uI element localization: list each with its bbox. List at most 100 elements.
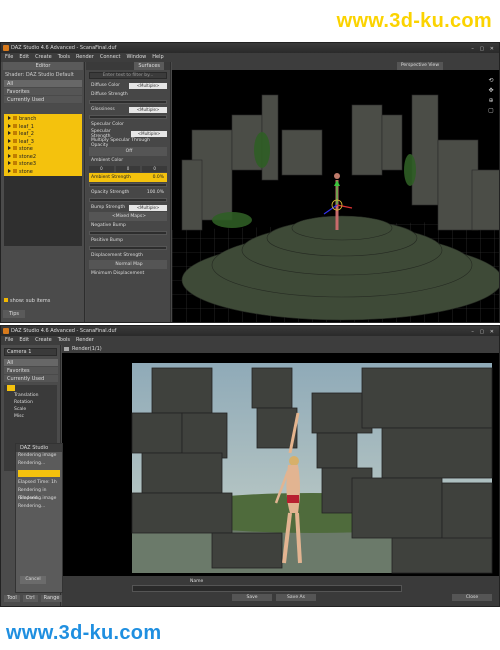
tree-item[interactable]: stone3 xyxy=(4,161,82,169)
tab-tool[interactable]: Tool xyxy=(4,595,20,602)
prop-diffuse-color[interactable]: Diffuse Color <Multiple> xyxy=(89,81,167,90)
blue-field[interactable]: 0 xyxy=(142,166,168,172)
window-controls[interactable]: – ▢ ✕ xyxy=(471,327,496,337)
slider[interactable] xyxy=(89,183,167,187)
filter-all[interactable]: All xyxy=(4,80,82,88)
slider[interactable] xyxy=(89,115,167,119)
render-name-field[interactable] xyxy=(132,585,402,592)
view-menu[interactable]: Perspective View xyxy=(396,62,443,70)
prop-value[interactable]: 100.0% xyxy=(147,190,164,195)
window-controls[interactable]: – ▢ ✕ xyxy=(471,44,496,54)
prop-ambient-color[interactable]: Ambient Color xyxy=(89,156,167,165)
tab-editor[interactable]: Editor xyxy=(3,62,83,70)
3d-viewport[interactable]: Perspective View ⟲ ✥ ⊕ ▢ xyxy=(172,62,499,322)
prop-minimum-displacement[interactable]: Minimum Displacement xyxy=(89,269,167,278)
cancel-button[interactable]: Cancel xyxy=(20,576,46,584)
prop-value[interactable]: <Multiple> xyxy=(131,130,167,137)
expand-arrow-icon[interactable] xyxy=(8,168,11,173)
tab-surfaces[interactable]: Surfaces xyxy=(134,62,164,70)
menu-render[interactable]: Render xyxy=(76,336,94,345)
expand-arrow-icon[interactable] xyxy=(8,138,11,143)
screenshot-render-window: DAZ Studio 4.6 Advanced - ScanaFinal.duf… xyxy=(0,325,500,607)
tab-range[interactable]: Range xyxy=(40,595,63,602)
node-icon xyxy=(13,153,17,158)
prop-displacement-strength[interactable]: Displacement Strength xyxy=(89,251,167,260)
menu-create[interactable]: Create xyxy=(35,336,52,345)
save-as-button[interactable]: Save As xyxy=(276,594,316,601)
prop-ambient-strength[interactable]: Ambient Strength 0.0% xyxy=(89,173,167,182)
expand-arrow-icon[interactable] xyxy=(8,131,11,135)
tree-item[interactable]: stone2 xyxy=(4,153,82,162)
name-label: Name xyxy=(190,579,204,584)
menu-tools[interactable]: Tools xyxy=(58,336,70,345)
menu-file[interactable]: File xyxy=(5,336,13,345)
green-field[interactable]: 0 xyxy=(115,166,141,172)
prop-value[interactable]: <Multiple> xyxy=(129,82,167,89)
expand-arrow-icon[interactable] xyxy=(8,116,11,120)
prop-multiply-specular[interactable]: Multiply Specular Through Opacity xyxy=(89,138,167,148)
frame-icon[interactable]: ▢ xyxy=(487,106,495,116)
prop-value[interactable]: 0.0% xyxy=(153,175,164,180)
render-progress-bar xyxy=(18,470,60,477)
expand-arrow-icon[interactable] xyxy=(8,161,11,165)
menu-connect[interactable]: Connect xyxy=(100,53,121,62)
slider[interactable] xyxy=(89,246,167,250)
filter-all[interactable]: All xyxy=(4,359,58,367)
save-button[interactable]: Save xyxy=(232,594,272,601)
tree-item-scale[interactable]: Scale xyxy=(4,406,57,413)
expand-arrow-icon[interactable] xyxy=(8,153,11,158)
menu-tools[interactable]: Tools xyxy=(58,53,70,62)
viewport-scene xyxy=(172,70,499,322)
slider[interactable] xyxy=(89,198,167,202)
viewport-nav-controls[interactable]: ⟲ ✥ ⊕ ▢ xyxy=(487,76,495,116)
pan-icon[interactable]: ✥ xyxy=(487,86,495,96)
expand-arrow-icon[interactable] xyxy=(8,123,11,128)
tree-item[interactable]: stone xyxy=(4,168,82,177)
property-filter-input[interactable]: Enter text to filter by... xyxy=(89,72,167,79)
menu-create[interactable]: Create xyxy=(35,53,52,62)
menu-help[interactable]: Help xyxy=(152,53,163,62)
show-sub-items-toggle[interactable]: show: sub items xyxy=(4,298,50,304)
slider[interactable] xyxy=(89,100,167,104)
prop-opacity-strength[interactable]: Opacity Strength 100.0% xyxy=(89,188,167,197)
render-window-title: Render(1/1) xyxy=(62,345,499,353)
tree-item-rotation[interactable]: Rotation xyxy=(4,399,57,406)
camera-dropdown[interactable]: Camera 1 xyxy=(4,348,57,356)
tab-tips[interactable]: Tips xyxy=(3,310,25,318)
menu-file[interactable]: File xyxy=(5,53,13,62)
filter-favorites[interactable]: Favorites xyxy=(4,367,58,375)
prop-glossiness[interactable]: Glossiness <Multiple> xyxy=(89,105,167,114)
expand-arrow-icon[interactable] xyxy=(8,146,11,150)
menu-render[interactable]: Render xyxy=(76,53,94,62)
tab-ctrl[interactable]: Ctrl xyxy=(22,595,38,602)
filter-favorites[interactable]: Favorites xyxy=(4,88,82,96)
slider[interactable] xyxy=(89,231,167,235)
prop-positive-bump[interactable]: Positive Bump xyxy=(89,236,167,245)
filter-currently-used[interactable]: Currently Used xyxy=(4,96,82,104)
prop-value[interactable]: <Multiple> xyxy=(129,204,167,211)
menu-window[interactable]: Window xyxy=(127,53,147,62)
tree-item[interactable]: leaf_3 xyxy=(4,138,82,147)
filter-currently-used[interactable]: Currently Used xyxy=(4,375,58,383)
tree-item[interactable]: stone xyxy=(4,146,82,154)
group-off[interactable]: Off xyxy=(89,147,167,156)
menu-edit[interactable]: Edit xyxy=(19,336,29,345)
prop-diffuse-strength[interactable]: Diffuse Strength xyxy=(89,90,167,99)
group-normal-map[interactable]: Normal Map xyxy=(89,260,167,269)
tree-item[interactable]: leaf_2 xyxy=(4,131,82,139)
close-button[interactable]: Close xyxy=(452,594,492,601)
tree-item-translation[interactable]: Translation xyxy=(4,392,57,399)
window-title: DAZ Studio 4.6 Advanced - ScanaFinal.duf xyxy=(11,328,117,334)
tree-item[interactable]: leaf_1 xyxy=(4,123,82,132)
rotate-icon[interactable]: ⟲ xyxy=(487,76,495,86)
menu-edit[interactable]: Edit xyxy=(19,53,29,62)
group-mixed-maps[interactable]: <Mixed Maps> xyxy=(89,212,167,221)
tree-item-misc[interactable]: Misc xyxy=(4,413,57,420)
prop-negative-bump[interactable]: Negative Bump xyxy=(89,221,167,230)
prop-bump-strength[interactable]: Bump Strength <Multiple> xyxy=(89,203,167,212)
red-field[interactable]: 0 xyxy=(89,166,114,172)
zoom-icon[interactable]: ⊕ xyxy=(487,96,495,106)
prop-value[interactable]: <Multiple> xyxy=(129,106,167,113)
checkbox-icon[interactable] xyxy=(4,298,8,302)
tree-item[interactable]: branch xyxy=(4,116,82,124)
